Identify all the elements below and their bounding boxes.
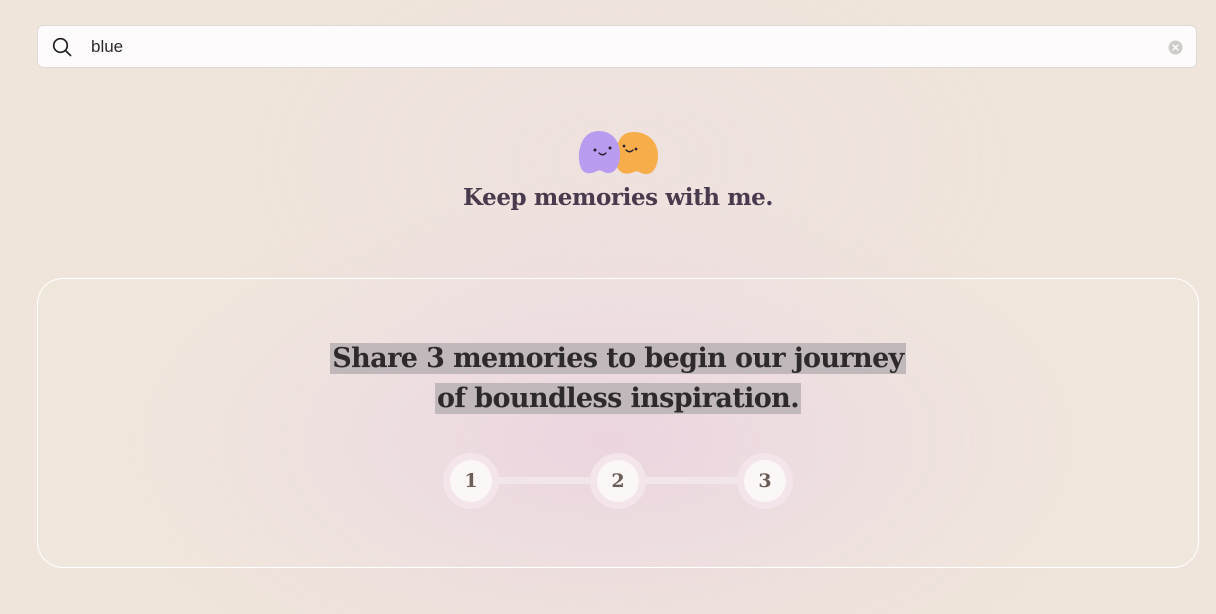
step-progress: 1 2 3 — [443, 453, 793, 509]
headline-line-1: Share 3 memories to begin our journey — [330, 343, 906, 374]
two-blob-characters-logo — [578, 131, 658, 175]
search-bar[interactable] — [37, 25, 1197, 68]
search-icon — [52, 37, 72, 57]
purple-blob — [578, 131, 620, 174]
step-1[interactable]: 1 — [443, 453, 499, 509]
onboarding-headline: Share 3 memories to begin our journey of… — [38, 339, 1198, 419]
tagline: Keep memories with me. — [463, 184, 773, 211]
orange-blob — [615, 132, 658, 175]
step-1-label: 1 — [450, 460, 492, 502]
step-3-label: 3 — [744, 460, 786, 502]
clear-icon[interactable] — [1168, 40, 1183, 55]
onboarding-card: Share 3 memories to begin our journey of… — [37, 278, 1199, 568]
step-2[interactable]: 2 — [590, 453, 646, 509]
search-input[interactable] — [91, 34, 1151, 60]
headline-line-2: of boundless inspiration. — [435, 383, 801, 414]
step-2-label: 2 — [597, 460, 639, 502]
step-3[interactable]: 3 — [737, 453, 793, 509]
